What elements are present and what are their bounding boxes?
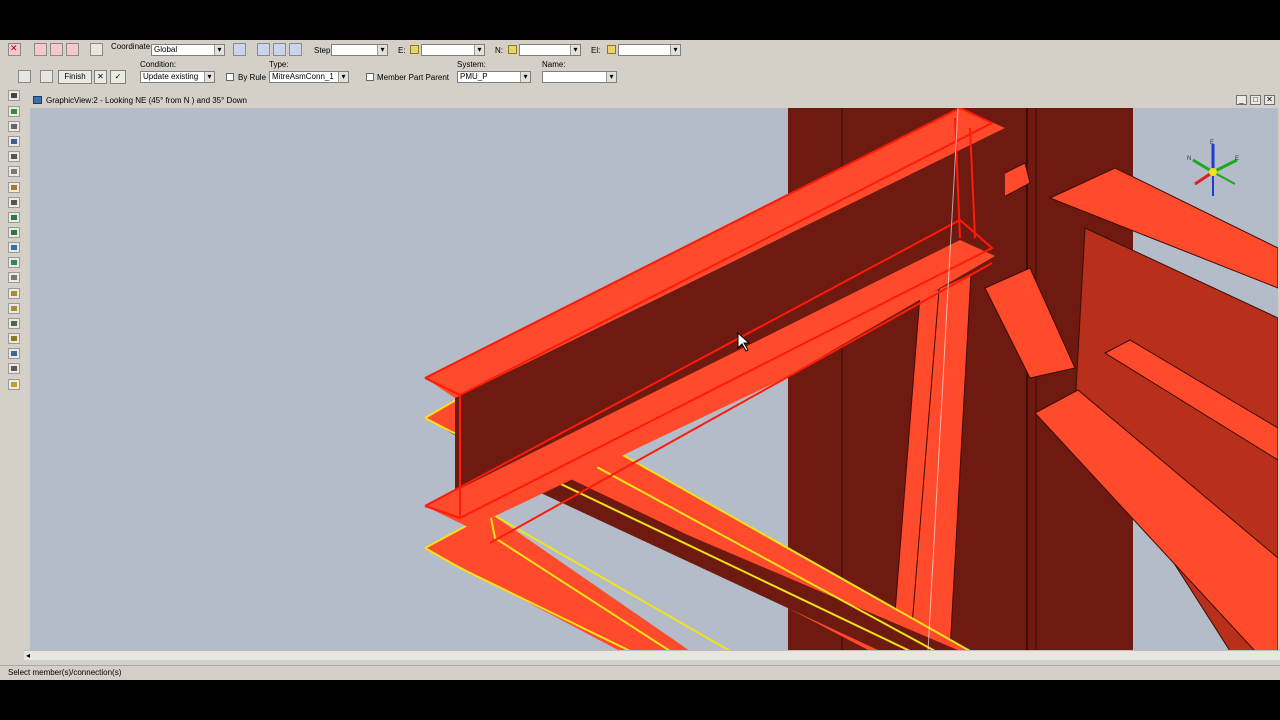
grid-icon[interactable] bbox=[8, 136, 20, 147]
properties-icon[interactable] bbox=[90, 43, 103, 56]
name-label: Name: bbox=[542, 60, 566, 69]
name-input[interactable] bbox=[542, 71, 617, 83]
maximize-button[interactable]: □ bbox=[1250, 95, 1261, 105]
equipment-icon[interactable] bbox=[8, 227, 20, 238]
member-part-parent-checkbox[interactable] bbox=[366, 73, 374, 81]
condition-label: Condition: bbox=[140, 60, 177, 69]
compass-east-label: E bbox=[1235, 156, 1239, 162]
el-coordinate-input[interactable] bbox=[618, 44, 681, 56]
by-rule-checkbox[interactable] bbox=[226, 73, 234, 81]
left-toolbar bbox=[6, 90, 24, 635]
el-coordinate-label: El: bbox=[591, 46, 601, 55]
e-coordinate-input[interactable] bbox=[421, 44, 485, 56]
system-select[interactable]: PMU_P bbox=[457, 71, 531, 83]
orientation-compass-icon: E N E bbox=[1187, 140, 1239, 196]
footing-icon[interactable] bbox=[8, 197, 20, 208]
select-cursor-icon[interactable] bbox=[40, 70, 53, 83]
toolbar-top: Coordinate system: Global Step: E: N: El… bbox=[0, 40, 1280, 60]
feature-icon[interactable] bbox=[8, 333, 20, 344]
coordinate-system-select[interactable]: Global bbox=[151, 44, 225, 56]
n-coordinate-input[interactable] bbox=[519, 44, 581, 56]
type-select[interactable]: MitreAsmConn_1 bbox=[269, 71, 349, 83]
trim-icon[interactable] bbox=[8, 348, 20, 359]
properties-dialog-icon[interactable] bbox=[18, 70, 31, 83]
graphic-view-titlebar: GraphicView:2 - Looking NE (45° from N )… bbox=[30, 94, 1280, 107]
snap-three-icon[interactable] bbox=[289, 43, 302, 56]
connection-icon[interactable] bbox=[8, 212, 20, 223]
member-system-icon[interactable] bbox=[8, 121, 20, 132]
select-arrow-icon[interactable] bbox=[8, 90, 20, 101]
close-button[interactable]: ✕ bbox=[1264, 95, 1275, 105]
snap-one-icon[interactable] bbox=[257, 43, 270, 56]
scroll-left-icon[interactable]: ◂ bbox=[26, 651, 30, 660]
coordinate-system-label: Coordinate system: bbox=[111, 42, 180, 51]
place-member-icon[interactable] bbox=[8, 106, 20, 117]
toolbar-command: Finish ✕ ✓ Condition: Update existing By… bbox=[0, 60, 1280, 92]
assembly-icon[interactable] bbox=[8, 318, 20, 329]
wall-icon[interactable] bbox=[8, 272, 20, 283]
system-label: System: bbox=[457, 60, 486, 69]
condition-select[interactable]: Update existing bbox=[140, 71, 215, 83]
grid-select-icon[interactable] bbox=[50, 43, 63, 56]
cancel-button[interactable]: ✕ bbox=[94, 70, 107, 84]
lock-el-icon[interactable] bbox=[607, 45, 616, 54]
minimize-button[interactable]: _ bbox=[1236, 95, 1247, 105]
frame-icon[interactable] bbox=[8, 151, 20, 162]
member-part-parent-label: Member Part Parent bbox=[377, 73, 450, 82]
horizontal-scrollbar[interactable]: ◂ bbox=[24, 650, 1280, 660]
structure-model[interactable] bbox=[30, 108, 1278, 651]
close-command-icon[interactable] bbox=[8, 43, 21, 56]
application-window: Coordinate system: Global Step: E: N: El… bbox=[0, 40, 1280, 680]
opening-icon[interactable] bbox=[8, 242, 20, 253]
finish-flag-icon[interactable] bbox=[8, 379, 20, 390]
graphic-view-icon bbox=[33, 96, 42, 104]
zoom-tool-icon[interactable] bbox=[34, 43, 47, 56]
plate-icon[interactable] bbox=[8, 166, 20, 177]
e-coordinate-label: E: bbox=[398, 46, 406, 55]
handrail-icon[interactable] bbox=[8, 257, 20, 268]
compass-up-label: E bbox=[1210, 140, 1214, 146]
stair-icon[interactable] bbox=[8, 288, 20, 299]
accept-button[interactable]: ✓ bbox=[110, 70, 126, 84]
lock-n-icon[interactable] bbox=[508, 45, 517, 54]
lock-e-icon[interactable] bbox=[410, 45, 419, 54]
finish-button[interactable]: Finish bbox=[58, 70, 92, 84]
step-select[interactable] bbox=[331, 44, 388, 56]
compass-west-label: N bbox=[1187, 156, 1191, 162]
filter-icon[interactable] bbox=[66, 43, 79, 56]
status-bar: Select member(s)/connection(s) bbox=[0, 665, 1280, 678]
type-label: Type: bbox=[269, 60, 289, 69]
by-rule-label: By Rule bbox=[238, 73, 267, 82]
snap-two-icon[interactable] bbox=[273, 43, 286, 56]
graphic-view-title: GraphicView:2 - Looking NE (45° from N )… bbox=[46, 96, 248, 105]
status-text: Select member(s)/connection(s) bbox=[8, 668, 122, 677]
ladder-icon[interactable] bbox=[8, 303, 20, 314]
split-icon[interactable] bbox=[8, 363, 20, 374]
n-coordinate-label: N: bbox=[495, 46, 503, 55]
slab-icon[interactable] bbox=[8, 182, 20, 193]
graphic-view-canvas[interactable]: E N E bbox=[30, 108, 1278, 651]
coordinate-settings-icon[interactable] bbox=[233, 43, 246, 56]
step-label: Step: bbox=[314, 46, 333, 55]
